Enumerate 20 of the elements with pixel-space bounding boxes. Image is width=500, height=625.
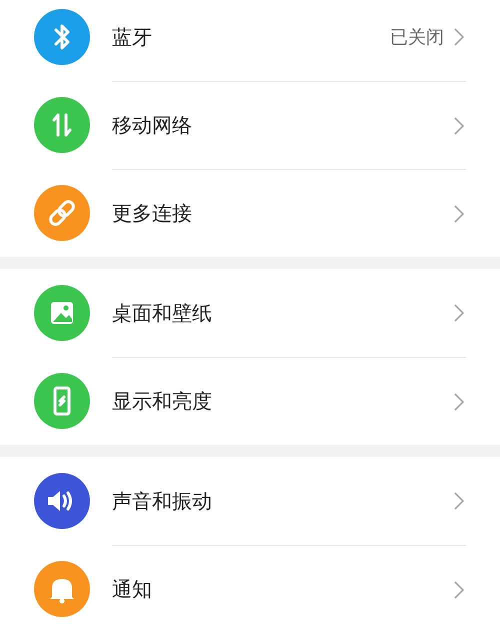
setting-label: 桌面和壁纸 [112, 300, 213, 326]
setting-label: 移动网络 [112, 112, 193, 139]
chevron-icon [454, 28, 464, 46]
setting-label: 声音和振动 [112, 488, 213, 514]
setting-label: 更多连接 [112, 200, 193, 227]
setting-label: 通知 [112, 576, 153, 603]
settings-row[interactable]: 移动网络 [0, 81, 500, 169]
chevron-icon [454, 580, 464, 598]
settings-row[interactable]: 蓝牙 已关闭 [0, 0, 500, 81]
settings-row[interactable]: 声音和振动 [0, 457, 500, 545]
chevron-icon [454, 304, 464, 322]
chevron-icon [454, 392, 464, 410]
setting-label: 蓝牙 [112, 24, 153, 50]
chevron-icon [454, 492, 464, 510]
setting-value: 已关闭 [390, 26, 444, 49]
chevron-icon [454, 204, 464, 222]
setting-label: 显示和亮度 [112, 388, 213, 415]
settings-row[interactable]: 桌面和壁纸 [0, 269, 500, 357]
chevron-icon [454, 116, 464, 134]
settings-row[interactable]: 通知 [0, 545, 500, 625]
